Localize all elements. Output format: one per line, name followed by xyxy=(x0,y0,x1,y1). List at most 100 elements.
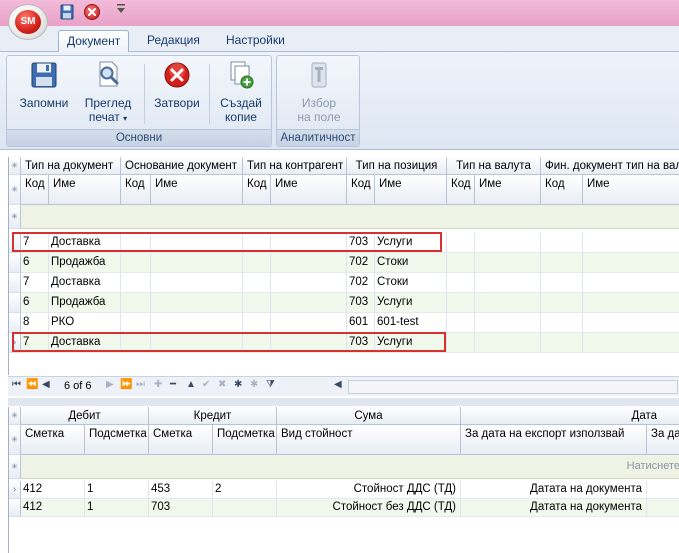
table-cell[interactable] xyxy=(541,293,583,313)
table-cell[interactable] xyxy=(271,313,347,333)
table-cell[interactable]: 703 xyxy=(347,333,375,353)
table-cell[interactable] xyxy=(583,333,679,353)
filter-row[interactable]: Натиснете xyxy=(21,455,679,479)
table-cell[interactable] xyxy=(447,333,475,353)
col-name[interactable]: Име xyxy=(475,175,541,205)
table-cell[interactable] xyxy=(121,253,151,273)
table-cell[interactable] xyxy=(151,273,243,293)
table-cell[interactable] xyxy=(271,293,347,313)
col-subaccount[interactable]: Подсметка xyxy=(85,425,149,455)
table-cell[interactable] xyxy=(213,499,277,517)
table-row[interactable]: 412 1 703 Стойност без ДДС (ТД) Датата на до… xyxy=(21,499,679,517)
row-indicator[interactable] xyxy=(9,293,21,313)
band-fin-document-currency[interactable]: Фин. документ тип на вал xyxy=(541,157,679,175)
qat-dropdown[interactable] xyxy=(116,2,126,20)
band-position-type[interactable]: Тип на позиция xyxy=(347,157,447,175)
table-cell[interactable] xyxy=(243,333,271,353)
table-cell[interactable]: 1 xyxy=(85,499,149,517)
prev-record-button[interactable]: ◀ xyxy=(42,379,50,390)
table-cell[interactable]: РКО xyxy=(49,313,121,333)
table-cell[interactable] xyxy=(243,253,271,273)
filter-row[interactable] xyxy=(21,205,679,229)
table-cell[interactable]: Услуги xyxy=(375,233,447,253)
select-field-button[interactable]: Избор на поле xyxy=(285,60,353,124)
table-cell[interactable] xyxy=(151,233,243,253)
table-cell[interactable] xyxy=(271,233,347,253)
save-button[interactable]: Запомни xyxy=(13,60,75,110)
table-cell[interactable] xyxy=(475,233,541,253)
table-cell[interactable]: 6 xyxy=(21,253,49,273)
row-indicator[interactable] xyxy=(9,273,21,293)
table-row[interactable]: 7 Доставка 703 Услуги xyxy=(21,233,679,253)
table-cell[interactable] xyxy=(243,313,271,333)
table-cell[interactable]: Доставка xyxy=(49,273,121,293)
table-cell[interactable] xyxy=(583,313,679,333)
table-cell[interactable]: 7 xyxy=(21,233,49,253)
row-indicator[interactable] xyxy=(9,253,21,273)
col-code[interactable]: Код xyxy=(347,175,375,205)
table-cell[interactable]: 412 xyxy=(21,481,85,499)
col-name[interactable]: Име xyxy=(49,175,121,205)
table-cell[interactable]: 412 xyxy=(21,499,85,517)
table-cell[interactable]: 453 xyxy=(149,481,213,499)
table-cell[interactable] xyxy=(541,253,583,273)
next-page-button[interactable]: ⏩ xyxy=(120,379,132,390)
insert-record-button[interactable]: ✚ xyxy=(154,379,162,390)
scroll-left-button[interactable]: ◀ xyxy=(334,379,342,390)
table-cell[interactable]: 702 xyxy=(347,253,375,273)
table-cell[interactable] xyxy=(271,333,347,353)
table-cell[interactable]: Стойност ДДС (ТД) xyxy=(277,481,461,499)
col-name[interactable]: Име xyxy=(375,175,447,205)
row-indicator[interactable] xyxy=(9,313,21,333)
table-cell[interactable]: Доставка xyxy=(49,233,121,253)
table-cell[interactable]: 1 xyxy=(85,481,149,499)
table-cell[interactable] xyxy=(541,333,583,353)
goto-bookmark-button[interactable]: ✱ xyxy=(250,379,258,390)
table-cell[interactable]: 702 xyxy=(347,273,375,293)
table-cell[interactable] xyxy=(447,293,475,313)
table-cell[interactable]: Датата на документа xyxy=(461,481,647,499)
edit-record-button[interactable]: ▲ xyxy=(186,379,196,390)
band-counterparty-type[interactable]: Тип на контрагент xyxy=(243,157,347,175)
band-currency-type[interactable]: Тип на валута xyxy=(447,157,541,175)
table-row[interactable]: 8 РКО 601 601-test xyxy=(21,313,679,333)
filter-button[interactable]: ⧩ xyxy=(266,379,275,390)
table-cell[interactable]: Продажба xyxy=(49,253,121,273)
app-logo-button[interactable]: SM xyxy=(8,4,48,40)
band-basis-document[interactable]: Основание документ xyxy=(121,157,243,175)
band-document-type[interactable]: Тип на документ xyxy=(21,157,121,175)
quick-save-button[interactable] xyxy=(60,4,74,22)
table-cell[interactable]: 703 xyxy=(347,293,375,313)
table-cell[interactable] xyxy=(121,233,151,253)
col-code[interactable]: Код xyxy=(541,175,583,205)
table-cell[interactable] xyxy=(151,333,243,353)
table-row[interactable]: 412 1 453 2 Стойност ДДС (ТД) Датата на докум… xyxy=(21,481,679,499)
table-cell[interactable] xyxy=(243,273,271,293)
col-code[interactable]: Код xyxy=(21,175,49,205)
table-row[interactable]: 6 Продажба 703 Услуги xyxy=(21,293,679,313)
table-cell[interactable] xyxy=(243,293,271,313)
table-cell[interactable] xyxy=(475,333,541,353)
table-cell[interactable] xyxy=(121,293,151,313)
table-cell[interactable] xyxy=(541,233,583,253)
col-export-date[interactable]: За дата на експорт използвай xyxy=(461,425,647,455)
col-code[interactable]: Код xyxy=(243,175,271,205)
last-record-button[interactable]: ⏭ xyxy=(136,379,145,390)
band-date[interactable]: Дата xyxy=(461,407,679,425)
table-cell[interactable] xyxy=(271,273,347,293)
table-cell[interactable]: 2 xyxy=(213,481,277,499)
table-cell[interactable]: 703 xyxy=(149,499,213,517)
table-cell[interactable]: Стоки xyxy=(375,273,447,293)
table-cell[interactable]: Продажба xyxy=(49,293,121,313)
quick-close-button[interactable] xyxy=(84,4,100,20)
table-cell[interactable] xyxy=(447,313,475,333)
table-cell[interactable] xyxy=(121,333,151,353)
band-debit[interactable]: Дебит xyxy=(21,407,149,425)
col-code[interactable]: Код xyxy=(121,175,151,205)
col-subaccount[interactable]: Подсметка xyxy=(213,425,277,455)
table-cell[interactable]: Доставка xyxy=(49,333,121,353)
tab-settings[interactable]: Настройки xyxy=(218,30,293,52)
tab-document[interactable]: Документ xyxy=(58,30,130,53)
table-cell[interactable] xyxy=(475,293,541,313)
table-row[interactable]: 6 Продажба 702 Стоки xyxy=(21,253,679,273)
